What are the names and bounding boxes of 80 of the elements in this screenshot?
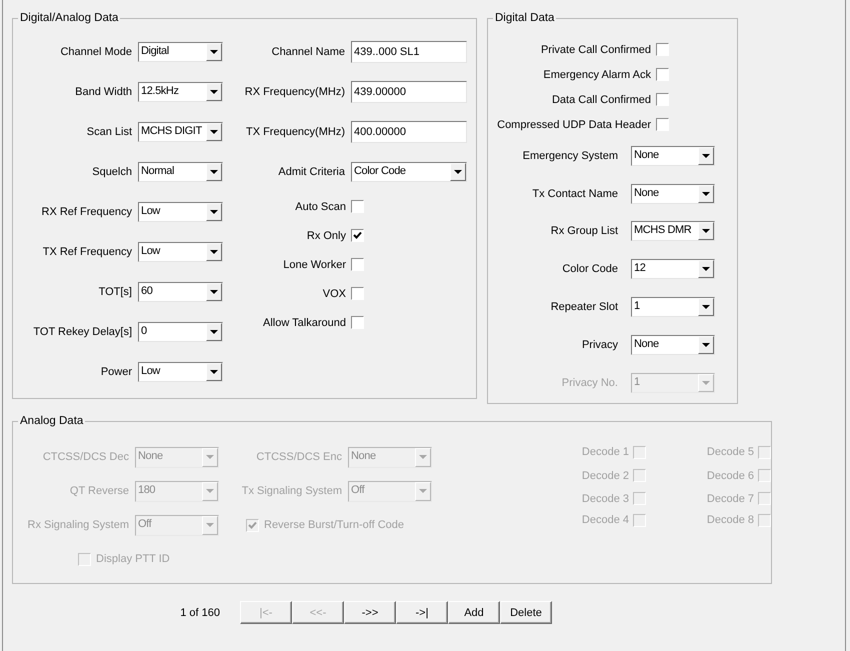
checkbox[interactable]	[351, 258, 364, 271]
checkbox[interactable]	[351, 287, 364, 300]
field-label: Squelch	[91, 166, 132, 178]
field-label: Power	[100, 366, 132, 378]
checkbox[interactable]	[351, 200, 364, 213]
nav-button[interactable]: Add	[448, 601, 500, 624]
field-label: Decode 4	[582, 514, 629, 526]
field-label: Channel Name	[270, 46, 345, 58]
field-label: QT Reverse	[68, 485, 129, 497]
field-label: Decode 7	[706, 492, 754, 504]
field-label: TOT Rekey Delay[s]	[32, 326, 132, 338]
field-label: Decode 5	[706, 446, 754, 458]
field-label: Data Call Confirmed	[552, 94, 651, 106]
field-label: RX Frequency(MHz)	[244, 86, 345, 98]
dropdown[interactable]: 12	[631, 259, 715, 280]
dropdown[interactable]: None	[631, 146, 715, 166]
nav-button[interactable]: ->|	[396, 601, 448, 624]
checkbox[interactable]	[656, 118, 669, 131]
dropdown[interactable]: None	[631, 334, 715, 355]
group-title: Analog Data	[19, 414, 84, 428]
field-label: Decode 6	[706, 470, 754, 482]
field-label: TOT[s]	[98, 286, 132, 298]
field-label: Repeater Slot	[550, 301, 618, 314]
dropdown[interactable]: MCHS DMR	[631, 221, 715, 242]
field-label: Allow Talkaround	[262, 316, 346, 328]
dropdown[interactable]: Color Code	[351, 162, 467, 182]
dropdown[interactable]: Low	[138, 362, 223, 382]
dropdown[interactable]: None	[631, 184, 715, 204]
dropdown[interactable]: Low	[138, 202, 223, 222]
field-label: VOX	[322, 288, 346, 300]
field-label: Reverse Burst/Turn-off Code	[264, 519, 404, 531]
dropdown[interactable]: 12.5kHz	[138, 82, 223, 102]
field-label: Auto Scan	[294, 200, 346, 212]
dropdown[interactable]: 1	[631, 297, 715, 318]
field-label: TX Ref Frequency	[42, 246, 132, 258]
checkbox[interactable]	[656, 93, 669, 106]
field-label: Band Width	[74, 86, 132, 98]
dropdown[interactable]: 0	[138, 322, 223, 342]
checkbox[interactable]	[351, 316, 364, 329]
field-label: CTCSS/DCS Enc	[255, 451, 342, 463]
field-label: RX Ref Frequency	[40, 206, 132, 218]
field-label: Tx Signaling System	[240, 485, 342, 497]
checkbox[interactable]	[656, 43, 669, 56]
field-label: Decode 2	[582, 470, 629, 482]
nav-button[interactable]: Delete	[500, 601, 552, 624]
field-label: Display PTT ID	[96, 553, 170, 565]
dropdown[interactable]: Normal	[138, 162, 223, 182]
field-label: Lone Worker	[282, 258, 346, 270]
checkbox[interactable]	[656, 68, 669, 81]
field-label: Compressed UDP Data Header	[497, 118, 651, 130]
group-title: Digital Data	[494, 11, 556, 25]
field-label: Admit Criteria	[277, 166, 345, 178]
input-field[interactable]: 400.00000	[351, 121, 467, 143]
field-label: Channel Mode	[59, 46, 132, 58]
field-label: CTCSS/DCS Dec	[42, 451, 129, 463]
field-label: Emergency System	[522, 150, 618, 162]
field-label: Private Call Confirmed	[540, 44, 651, 56]
field-label: Decode 1	[582, 446, 629, 458]
field-label: Rx Group List	[550, 225, 618, 238]
field-label: Rx Signaling System	[26, 519, 129, 531]
field-label: Emergency Alarm Ack	[543, 68, 651, 80]
input-field[interactable]: 439.00000	[351, 81, 467, 103]
input-field[interactable]: 439..000 SL1	[351, 41, 467, 63]
checkbox[interactable]	[351, 229, 364, 242]
field-label: Scan List	[86, 126, 132, 138]
field-label: Tx Contact Name	[531, 188, 618, 200]
dropdown[interactable]: MCHS DIGIT	[138, 122, 223, 142]
dropdown[interactable]: 60	[138, 282, 223, 302]
field-label: Decode 8	[706, 514, 754, 526]
nav-button[interactable]: ->>	[344, 601, 396, 624]
record-counter: 1 of 160	[179, 606, 220, 618]
field-label: Privacy No.	[560, 376, 618, 389]
field-label: Color Code	[561, 263, 618, 276]
field-label: Decode 3	[582, 492, 629, 504]
group-title: Digital/Analog Data	[19, 11, 120, 25]
field-label: Rx Only	[306, 230, 346, 242]
dropdown[interactable]: Low	[138, 242, 223, 262]
dropdown[interactable]: Digital	[138, 42, 223, 62]
field-label: Privacy	[580, 338, 618, 351]
field-label: TX Frequency(MHz)	[244, 126, 345, 138]
